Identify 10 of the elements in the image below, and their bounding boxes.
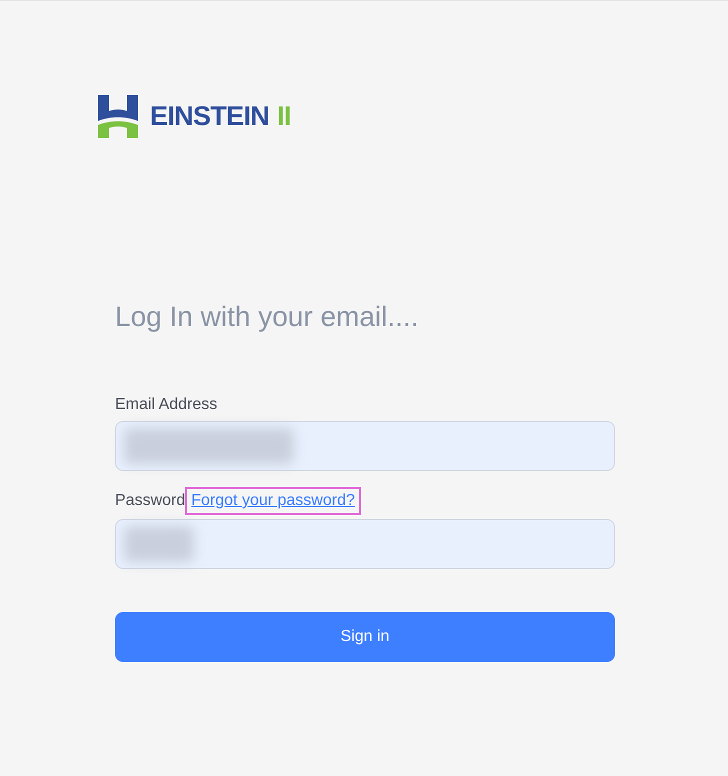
password-field[interactable] <box>115 519 615 569</box>
logo-suffix: II <box>277 100 291 134</box>
forgot-password-link[interactable]: Forgot your password? <box>185 487 361 515</box>
field-label: Email Address <box>115 395 218 415</box>
logo-text: EINSTEIN <box>150 100 270 134</box>
field-label: Password <box>115 491 186 511</box>
sign-in-button[interactable]: Sign in <box>115 612 615 662</box>
email-field[interactable] <box>115 421 615 471</box>
logo-icon <box>98 95 138 138</box>
page-heading: Log In with your email.... <box>115 300 420 334</box>
